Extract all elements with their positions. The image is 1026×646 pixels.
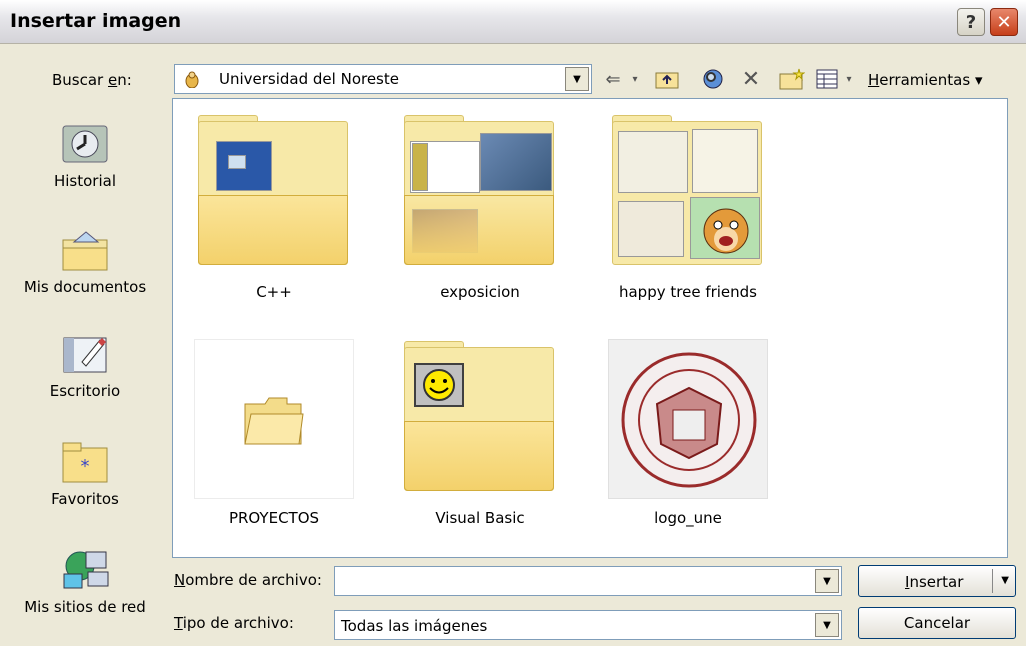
window-title: Insertar imagen [10,10,182,32]
filename-field[interactable]: ▼ [334,566,842,596]
look-in-value: Universidad del Noreste [219,70,399,88]
delete-icon[interactable]: ✕ [738,64,764,94]
folder-icon [194,113,354,273]
place-favorites[interactable]: * Favoritos [10,440,160,508]
look-in-dropdown[interactable]: Universidad del Noreste ▼ [174,64,592,94]
file-item-happy-tree-friends[interactable]: happy tree friends [603,113,773,301]
file-item-visual-basic[interactable]: Visual Basic [395,339,565,527]
cancel-button[interactable]: Cancelar [858,607,1016,639]
tools-menu[interactable]: Herramientas ▾ [868,71,983,89]
up-folder-icon[interactable] [652,64,682,94]
place-my-documents[interactable]: Mis documentos [10,228,160,296]
back-dropdown-icon[interactable]: ▾ [628,64,642,94]
network-places-icon [60,548,110,592]
folder-icon [400,339,560,499]
chevron-down-icon[interactable]: ▼ [815,569,839,593]
title-bar: Insertar imagen ? ✕ [0,0,1026,44]
file-item-logo-une[interactable]: logo_une [603,339,773,527]
place-network[interactable]: Mis sitios de red [10,548,160,616]
new-folder-icon[interactable] [776,64,808,94]
chevron-down-icon[interactable]: ▼ [565,67,589,91]
folder-icon [194,339,354,499]
filetype-dropdown[interactable]: Todas las imágenes ▼ [334,610,842,640]
network-folder-icon [185,71,199,88]
folder-icon [608,113,768,273]
place-desktop[interactable]: Escritorio [10,332,160,400]
help-button[interactable]: ? [957,8,985,36]
places-bar: Historial Mis documentos Escritorio * Fa… [10,100,160,640]
search-web-icon[interactable] [698,64,728,94]
my-documents-icon [60,228,110,272]
image-thumbnail [608,339,768,499]
history-icon [60,122,110,166]
close-button[interactable]: ✕ [990,8,1018,36]
filename-label: Nombre de archivo: [174,571,322,589]
views-dropdown-icon[interactable]: ▾ [842,64,856,94]
place-history[interactable]: Historial [10,122,160,190]
folder-icon [400,113,560,273]
favorites-icon: * [60,440,110,484]
chevron-down-icon[interactable]: ▼ [815,613,839,637]
insert-options-icon[interactable]: ▼ [1001,575,1009,586]
look-in-label: Buscar en: [52,71,132,89]
file-item-proyectos[interactable]: PROYECTOS [189,339,359,527]
back-icon[interactable]: ⇐ [600,64,626,94]
desktop-icon [60,332,110,376]
filetype-label: Tipo de archivo: [174,614,294,632]
file-item-exposicion[interactable]: exposicion [395,113,565,301]
file-item-cpp[interactable]: C++ [189,113,359,301]
views-icon[interactable] [814,64,840,94]
insert-button[interactable]: Insertar ▼ [858,565,1016,597]
file-list-view[interactable]: C++ exposicion happy tree friends PROYEC… [172,98,1008,558]
svg-text:*: * [81,456,90,477]
